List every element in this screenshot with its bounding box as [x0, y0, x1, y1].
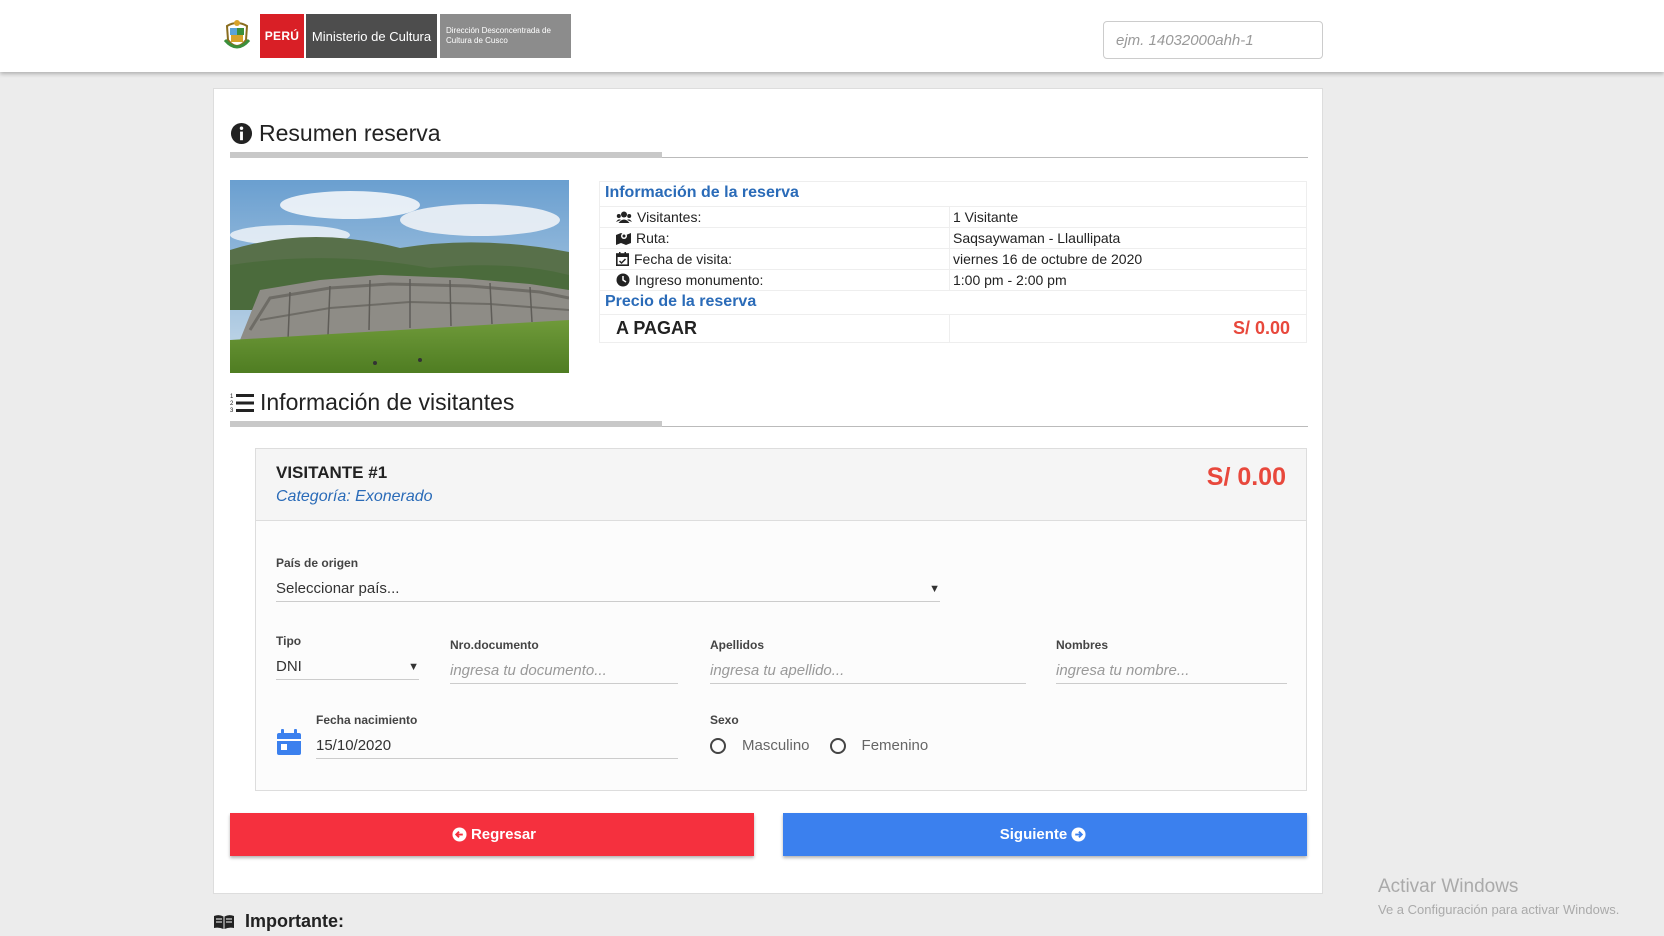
logo-peru-label: PERÚ: [260, 14, 304, 58]
pay-value: S/ 0.00: [1232, 318, 1290, 338]
back-button[interactable]: Regresar: [230, 813, 754, 856]
info-row-date: Fecha de visita: viernes 16 de octubre d…: [600, 248, 1306, 269]
arrow-left-circle-icon: [452, 827, 467, 842]
pay-row: A PAGAR S/ 0.00: [600, 314, 1306, 342]
title-underline: [230, 152, 662, 158]
birthdate-field: Fecha nacimiento 15/10/2020: [316, 713, 678, 759]
summary-title: Resumen reserva: [259, 120, 441, 146]
clock-icon: [616, 273, 630, 287]
search-input[interactable]: [1103, 21, 1323, 59]
sex-field: Sexo Masculino Femenino: [710, 713, 948, 754]
visitor-title: VISITANTE #1: [276, 463, 388, 482]
reservation-info-table: Información de la reserva Visitantes: 1 …: [599, 181, 1307, 343]
birthdate-label: Fecha nacimiento: [316, 713, 418, 727]
visitors-value: 1 Visitante: [953, 209, 1019, 225]
price-heading: Precio de la reserva: [600, 290, 1306, 314]
monument-photo: [230, 180, 569, 373]
logo-ministry-label: Ministerio de Cultura: [306, 14, 437, 58]
svg-text:1: 1: [230, 394, 234, 400]
svg-text:3: 3: [230, 408, 234, 414]
birthdate-input[interactable]: 15/10/2020: [316, 733, 678, 759]
next-button-label: Siguiente: [999, 826, 1068, 843]
visitors-title: Información de visitantes: [260, 389, 515, 415]
visitor-category: Categoría: Exonerado: [276, 488, 433, 505]
visitors-heading: 123 Información de visitantes: [230, 389, 514, 416]
calendar-check-icon: [616, 252, 629, 266]
radio-icon: [710, 737, 726, 754]
reservation-card: Resumen reserva Información de la reserv…: [213, 88, 1323, 894]
caret-down-icon: ▼: [929, 582, 940, 595]
visitor-header: VISITANTE #1 Categoría: Exonerado S/ 0.0…: [256, 449, 1306, 521]
entry-label: Ingreso monumento:: [635, 272, 764, 288]
route-label: Ruta:: [636, 230, 670, 246]
doc-number-input[interactable]: ingresa tu documento...: [450, 658, 678, 684]
important-heading: Importante:: [213, 911, 344, 932]
logo-direction-label: Dirección Desconcentrada de Cultura de C…: [440, 14, 571, 58]
info-row-entry: Ingreso monumento: 1:00 pm - 2:00 pm: [600, 269, 1306, 290]
doc-type-select[interactable]: DNI ▼: [276, 654, 419, 680]
reservation-info-heading: Información de la reserva: [605, 184, 799, 201]
doc-number-field: Nro.documento ingresa tu documento...: [450, 638, 678, 684]
surname-label: Apellidos: [710, 638, 765, 652]
surname-input[interactable]: ingresa tu apellido...: [710, 658, 1026, 684]
back-button-label: Regresar: [470, 826, 537, 843]
coat-of-arms-icon: [220, 14, 254, 58]
sex-label: Sexo: [710, 713, 739, 727]
doc-type-field: Tipo DNI ▼: [276, 634, 419, 680]
entry-value: 1:00 pm - 2:00 pm: [953, 272, 1067, 288]
doc-number-label: Nro.documento: [450, 638, 539, 652]
windows-activation-watermark: Activar Windows Ve a Configuración para …: [1378, 876, 1620, 917]
sex-option-femenino[interactable]: Femenino: [829, 737, 928, 754]
pay-label: A PAGAR: [600, 315, 950, 342]
radio-icon: [829, 737, 846, 754]
users-icon: [616, 211, 632, 224]
important-label: Importante:: [245, 911, 344, 931]
open-book-icon: [213, 914, 235, 930]
info-row-visitors: Visitantes: 1 Visitante: [600, 206, 1306, 227]
visitors-label: Visitantes:: [637, 209, 702, 225]
next-button[interactable]: Siguiente: [783, 813, 1307, 856]
info-circle-icon: [230, 122, 253, 145]
name-input[interactable]: ingresa tu nombre...: [1056, 658, 1287, 684]
country-field: País de origen Seleccionar país... ▼: [276, 556, 940, 602]
surname-field: Apellidos ingresa tu apellido...: [710, 638, 1026, 684]
sex-option-masculino[interactable]: Masculino: [710, 737, 810, 754]
route-icon: [616, 231, 631, 245]
route-value: Saqsaywaman - Llaullipata: [953, 230, 1121, 246]
calendar-icon[interactable]: [276, 728, 302, 761]
ordered-list-icon: 123: [230, 392, 254, 414]
name-field: Nombres ingresa tu nombre...: [1056, 638, 1287, 684]
date-value: viernes 16 de octubre de 2020: [953, 251, 1143, 267]
name-label: Nombres: [1056, 638, 1109, 652]
country-label: País de origen: [276, 556, 359, 570]
visitor-panel: VISITANTE #1 Categoría: Exonerado S/ 0.0…: [255, 448, 1307, 791]
summary-heading: Resumen reserva: [230, 120, 441, 147]
title-underline: [230, 421, 662, 427]
ministry-logo[interactable]: PERÚ Ministerio de Cultura Dirección Des…: [220, 14, 571, 58]
visitor-price: S/ 0.00: [1206, 463, 1286, 491]
date-label: Fecha de visita:: [634, 251, 733, 267]
doc-type-label: Tipo: [276, 634, 302, 648]
top-header: PERÚ Ministerio de Cultura Dirección Des…: [0, 0, 1664, 72]
info-row-route: Ruta: Saqsaywaman - Llaullipata: [600, 227, 1306, 248]
country-select[interactable]: Seleccionar país... ▼: [276, 576, 940, 602]
svg-text:2: 2: [230, 401, 234, 407]
arrow-right-circle-icon: [1071, 827, 1086, 842]
caret-down-icon: ▼: [408, 660, 419, 673]
